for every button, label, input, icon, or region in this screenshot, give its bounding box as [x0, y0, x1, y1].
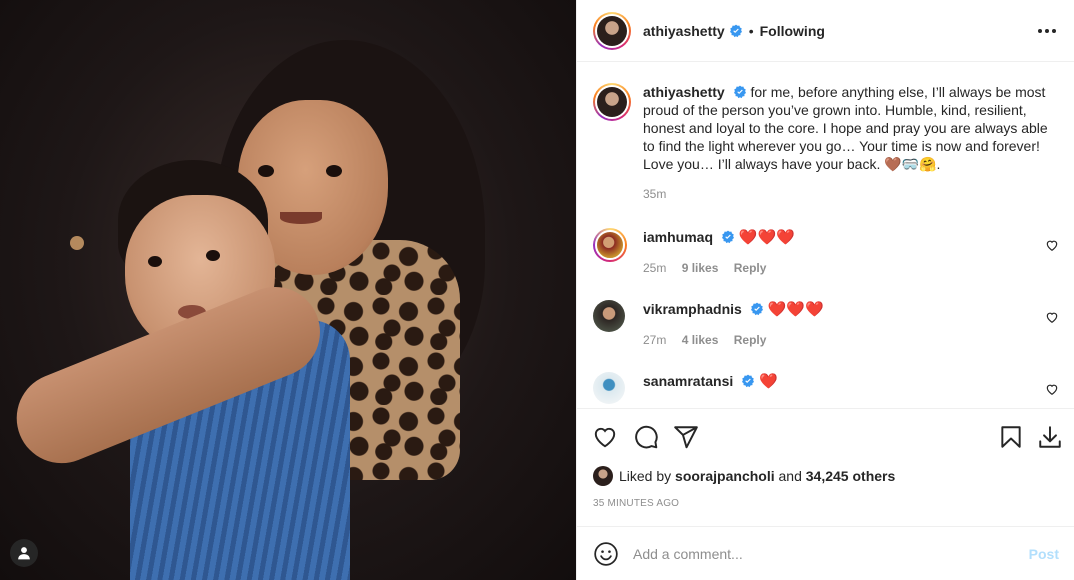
comment-item: sanamratansi ❤️ — [593, 372, 1063, 404]
post-photo[interactable] — [0, 0, 576, 580]
caption: athiyashetty for me, before anything els… — [593, 83, 1063, 203]
person-icon — [18, 547, 30, 560]
author-avatar[interactable] — [593, 11, 631, 50]
comment-composer: Post — [577, 526, 1074, 580]
girl-eye-right — [326, 165, 342, 177]
boy-eye-right — [206, 250, 220, 261]
user-tag-icon[interactable] — [10, 539, 38, 567]
bookmark-icon[interactable] — [998, 424, 1024, 450]
comment-time: 27m — [643, 333, 667, 347]
comment-username[interactable]: iamhumaq — [643, 229, 713, 245]
likes-summary: Liked by soorajpancholi and 34,245 other… — [593, 466, 895, 486]
post-side-panel: athiyashetty • Following athiyashetty fo… — [576, 0, 1074, 580]
post-header: athiyashetty • Following — [577, 0, 1074, 62]
post-comment-button[interactable]: Post — [1029, 546, 1059, 562]
liker-avatar[interactable] — [593, 466, 613, 486]
action-bar — [577, 410, 1074, 464]
comment-username[interactable]: vikramphadnis — [643, 301, 742, 317]
bokeh-light — [70, 236, 84, 250]
girl-smile — [280, 212, 322, 224]
download-icon[interactable] — [1037, 424, 1063, 450]
commenter-avatar[interactable] — [593, 228, 627, 262]
verified-badge-icon — [750, 302, 763, 316]
comments-section[interactable]: athiyashetty for me, before anything els… — [577, 63, 1074, 409]
verified-badge-icon — [721, 230, 734, 244]
comment-like-heart-icon[interactable] — [1045, 310, 1059, 324]
share-icon[interactable] — [673, 424, 699, 450]
caption-username[interactable]: athiyashetty — [643, 84, 725, 100]
comment-like-heart-icon[interactable] — [1045, 382, 1059, 396]
comment-time: 25m — [643, 261, 667, 275]
comment-item: iamhumaq ❤️❤️❤️ 25m 9 likes Reply — [593, 228, 1063, 277]
caption-author-avatar[interactable] — [593, 83, 631, 121]
comment-input[interactable] — [633, 545, 1029, 562]
comment-text: ❤️❤️❤️ — [738, 229, 795, 246]
author-username[interactable]: athiyashetty — [643, 23, 725, 39]
comment-like-heart-icon[interactable] — [1045, 238, 1059, 252]
post-modal: athiyashetty • Following athiyashetty fo… — [0, 0, 1074, 580]
comment-username[interactable]: sanamratansi — [643, 373, 733, 389]
comment-text: ❤️ — [759, 373, 778, 390]
girl-eye-left — [258, 165, 274, 177]
reply-button[interactable]: Reply — [734, 333, 767, 347]
comment-likes[interactable]: 4 likes — [682, 333, 719, 347]
boy-eye-left — [148, 256, 162, 267]
more-options-icon[interactable] — [1035, 22, 1059, 40]
heart-icon[interactable] — [592, 424, 618, 450]
comment-icon[interactable] — [633, 424, 659, 450]
comment-item: vikramphadnis ❤️❤️❤️ 27m 4 likes Reply — [593, 300, 1063, 349]
verified-badge-icon — [733, 85, 746, 99]
caption-time: 35m — [643, 187, 667, 201]
liker-username[interactable]: soorajpancholi — [675, 468, 775, 484]
reply-button[interactable]: Reply — [734, 261, 767, 275]
verified-badge-icon — [742, 374, 755, 388]
post-timestamp[interactable]: 35 minutes ago — [593, 498, 679, 509]
following-button[interactable]: Following — [760, 23, 825, 39]
verified-badge-icon — [729, 24, 742, 37]
separator-dot: • — [748, 22, 754, 39]
likes-others-link[interactable]: 34,245 others — [806, 468, 896, 484]
comment-likes[interactable]: 9 likes — [682, 261, 719, 275]
comment-text: ❤️❤️❤️ — [767, 301, 824, 318]
commenter-avatar[interactable] — [593, 300, 625, 332]
emoji-icon[interactable] — [593, 541, 619, 567]
commenter-avatar[interactable] — [593, 372, 625, 404]
likes-prefix: Liked by — [619, 468, 672, 484]
likes-conjunction: and — [778, 468, 802, 484]
